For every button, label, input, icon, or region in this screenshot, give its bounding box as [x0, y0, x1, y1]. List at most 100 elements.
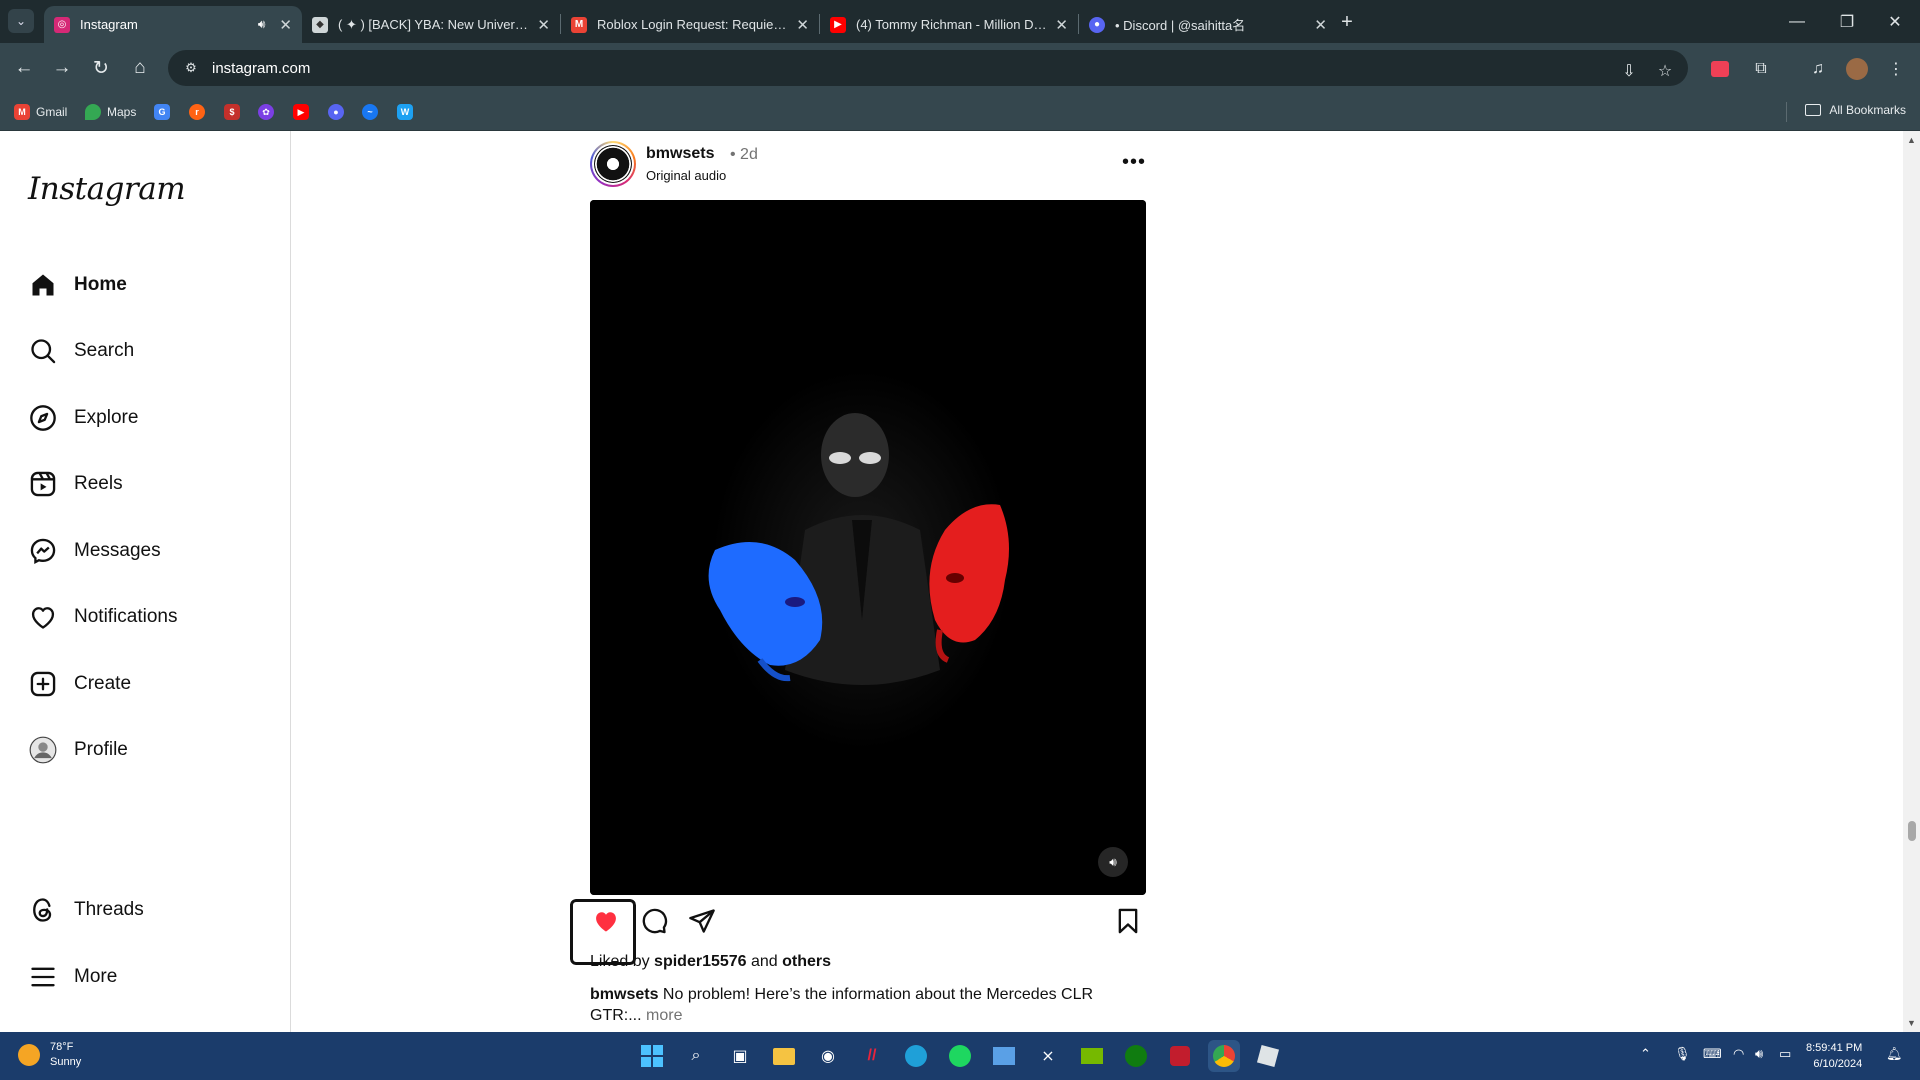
- wifi-icon[interactable]: ◠: [1733, 1046, 1744, 1062]
- bookmark-messenger[interactable]: ~: [362, 103, 384, 121]
- profile-avatar-icon[interactable]: [1843, 55, 1871, 83]
- minimize-button[interactable]: —: [1772, 0, 1822, 43]
- compass-icon: [28, 403, 58, 433]
- bookmark-youtube[interactable]: ▶: [293, 103, 315, 121]
- tab-youtube[interactable]: ▶ (4) Tommy Richman - Million Dolla ✕: [820, 6, 1078, 43]
- scrollbar-thumb[interactable]: [1908, 821, 1916, 841]
- share-button[interactable]: [686, 905, 718, 937]
- capcut-icon[interactable]: ⨯: [1032, 1040, 1064, 1072]
- new-tab-button[interactable]: +: [1333, 8, 1361, 36]
- bookmark-translate[interactable]: G: [154, 103, 176, 121]
- weather-widget[interactable]: 78°F Sunny: [18, 1040, 81, 1070]
- notification-bell-icon[interactable]: 🔔︎: [1886, 1046, 1903, 1062]
- caption-more-link[interactable]: more: [642, 1007, 682, 1024]
- tab-instagram[interactable]: ◎ Instagram 🔊︎ ✕: [44, 6, 302, 43]
- extensions-puzzle-icon[interactable]: ⧉: [1747, 55, 1775, 83]
- bookmark-discord[interactable]: ●: [328, 103, 350, 121]
- tab-gmail[interactable]: M Roblox Login Request: Requiem_D ✕: [561, 6, 819, 43]
- sidebar-item-home[interactable]: Home: [16, 259, 274, 311]
- sidebar-item-reels[interactable]: Reels: [16, 458, 274, 510]
- post-options-icon[interactable]: •••: [1122, 151, 1146, 174]
- post-author-avatar[interactable]: [590, 141, 636, 187]
- install-app-icon[interactable]: ⇩: [1616, 58, 1642, 84]
- sidebar-item-search[interactable]: Search: [16, 325, 274, 377]
- system-clock[interactable]: 8:59:41 PM 6/10/2024: [1806, 1040, 1862, 1072]
- sidebar-item-create[interactable]: Create: [16, 658, 274, 710]
- back-button[interactable]: ←: [11, 55, 37, 81]
- tab-close-icon[interactable]: ✕: [279, 16, 292, 34]
- comment-button[interactable]: [638, 905, 670, 937]
- keyboard-layout-icon[interactable]: ⌨: [1703, 1046, 1722, 1062]
- tab-close-icon[interactable]: ✕: [1314, 16, 1327, 34]
- microphone-icon[interactable]: 🎙︎: [1674, 1046, 1691, 1062]
- tab-discord[interactable]: ● • Discord | @saihitta名 ✕: [1079, 6, 1337, 43]
- game-app-icon[interactable]: [1164, 1040, 1196, 1072]
- bookmark-gmail[interactable]: M Gmail: [14, 103, 67, 121]
- reload-button[interactable]: ↻: [88, 55, 114, 81]
- comment-icon: [642, 908, 668, 934]
- tray-overflow-chevron-icon[interactable]: ⌃: [1640, 1046, 1651, 1062]
- messenger-bookmark-icon: ~: [362, 104, 378, 120]
- spotify-icon[interactable]: [944, 1040, 976, 1072]
- close-window-button[interactable]: ✕: [1870, 0, 1920, 43]
- maps-pin-icon: [85, 104, 101, 120]
- post-username[interactable]: bmwsets: [646, 145, 714, 163]
- caption-username[interactable]: bmwsets: [590, 986, 658, 1003]
- post-audio[interactable]: Original audio: [646, 168, 726, 183]
- bookmark-w[interactable]: W: [397, 103, 419, 121]
- sidebar-item-threads[interactable]: Threads: [16, 884, 274, 936]
- extension-pocket-icon[interactable]: [1706, 55, 1734, 83]
- forward-button[interactable]: →: [49, 55, 75, 81]
- bookmark-purple[interactable]: ✿: [258, 103, 280, 121]
- tab-yba[interactable]: ◆ ( ✦ ) [BACK] YBA: New Universe - R ✕: [302, 6, 560, 43]
- liked-by-user[interactable]: spider15576: [654, 953, 747, 970]
- photos-icon[interactable]: [988, 1040, 1020, 1072]
- file-explorer-icon[interactable]: [768, 1040, 800, 1072]
- post-time[interactable]: • 2d: [730, 146, 758, 164]
- sidebar-item-profile[interactable]: Profile: [16, 724, 274, 776]
- bookmark-roblox-red[interactable]: $: [224, 103, 246, 121]
- battery-icon[interactable]: ▭: [1779, 1046, 1791, 1062]
- w-app-icon: W: [397, 104, 413, 120]
- liked-by-others[interactable]: others: [782, 953, 831, 970]
- task-view-icon[interactable]: ▣: [724, 1040, 756, 1072]
- tab-close-icon[interactable]: ✕: [796, 16, 809, 34]
- chrome-icon[interactable]: [1208, 1040, 1240, 1072]
- instagram-logo[interactable]: Instagram: [28, 171, 186, 207]
- bookmark-reddit[interactable]: r: [189, 103, 211, 121]
- red-app-taskbar-icon[interactable]: //: [856, 1040, 888, 1072]
- speaker-icon[interactable]: 🔊︎: [258, 17, 266, 32]
- sidebar-item-notifications[interactable]: Notifications: [16, 591, 274, 643]
- xbox-icon[interactable]: [1120, 1040, 1152, 1072]
- like-button[interactable]: [568, 897, 638, 967]
- edge-icon[interactable]: [900, 1040, 932, 1072]
- volume-icon[interactable]: 🔊︎: [1755, 1046, 1763, 1062]
- restore-button[interactable]: ❐: [1822, 0, 1872, 43]
- tab-close-icon[interactable]: ✕: [1055, 16, 1068, 34]
- sidebar-item-messages[interactable]: Messages: [16, 525, 274, 577]
- all-bookmarks-button[interactable]: All Bookmarks: [1805, 103, 1906, 117]
- roblox-icon[interactable]: [1252, 1040, 1284, 1072]
- scroll-down-arrow-icon[interactable]: ▼: [1907, 1018, 1916, 1028]
- scroll-up-arrow-icon[interactable]: ▲: [1907, 135, 1916, 145]
- browser-menu-icon[interactable]: ⋮: [1882, 55, 1910, 83]
- media-player-icon[interactable]: ◉: [812, 1040, 844, 1072]
- sound-toggle-icon[interactable]: 🔊︎: [1098, 847, 1128, 877]
- home-button[interactable]: ⌂: [127, 55, 153, 81]
- start-button[interactable]: [636, 1040, 668, 1072]
- page-scrollbar[interactable]: ▲ ▼: [1903, 131, 1920, 1032]
- address-bar[interactable]: ⚙ instagram.com ⇩ ☆: [168, 50, 1688, 86]
- media-control-icon[interactable]: ♫: [1804, 55, 1832, 83]
- tab-close-icon[interactable]: ✕: [537, 16, 550, 34]
- sidebar-item-explore[interactable]: Explore: [16, 392, 274, 444]
- sidebar-item-more[interactable]: More: [16, 951, 274, 1003]
- post-video[interactable]: 🔊︎: [590, 200, 1146, 895]
- bookmark-maps[interactable]: Maps: [85, 103, 136, 121]
- site-settings-icon[interactable]: ⚙: [182, 59, 200, 77]
- tab-search-button[interactable]: ⌄: [8, 9, 34, 33]
- url-text[interactable]: instagram.com: [212, 60, 310, 77]
- bookmark-star-icon[interactable]: ☆: [1652, 58, 1678, 84]
- nvidia-icon[interactable]: [1076, 1040, 1108, 1072]
- taskbar-search-icon[interactable]: ⌕: [680, 1040, 712, 1072]
- save-button[interactable]: [1112, 905, 1144, 937]
